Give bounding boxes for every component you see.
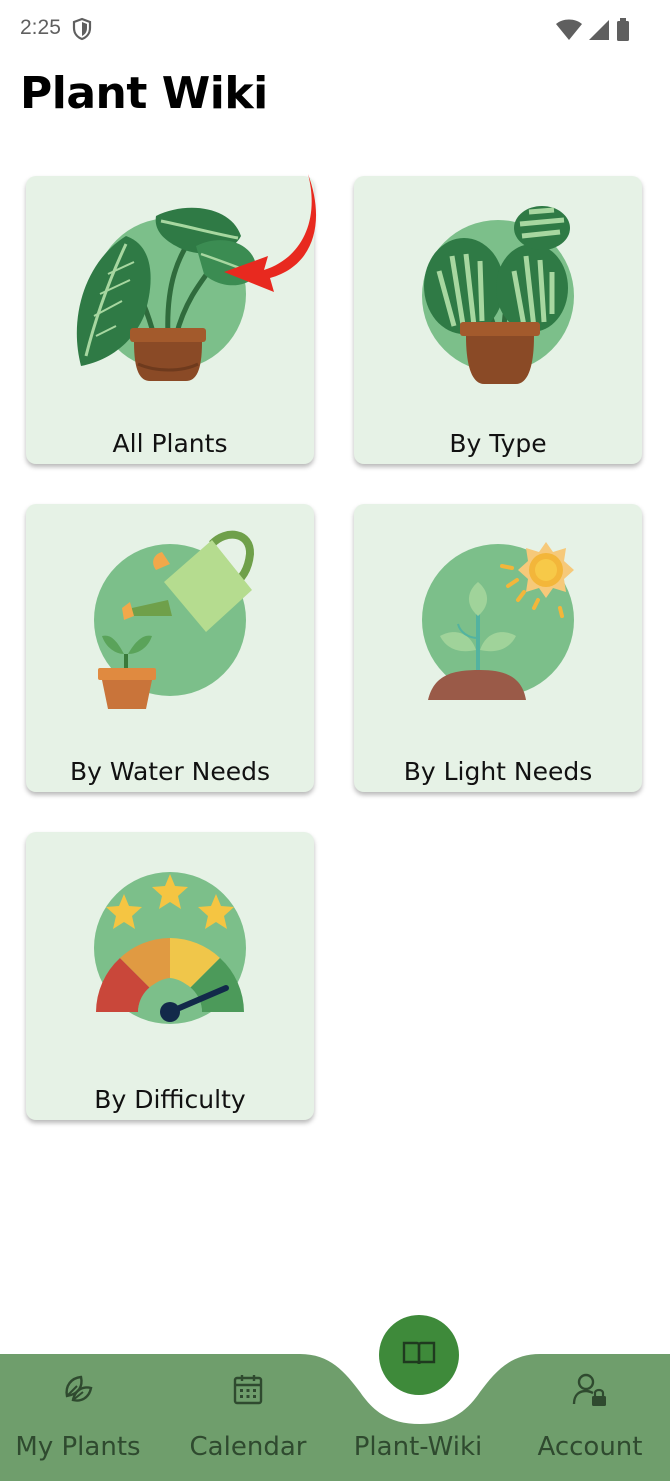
monstera-plant-icon [26, 176, 314, 416]
nav-label: Plant-Wiki [353, 1432, 483, 1462]
card-label: By Difficulty [94, 1085, 246, 1114]
status-icons [556, 18, 630, 46]
signal-icon [588, 19, 610, 45]
sun-sprout-icon [354, 504, 642, 744]
nav-label: Account [537, 1432, 643, 1462]
nav-item-my-plants[interactable]: My Plants [0, 1320, 156, 1481]
bottom-navigation: My Plants Calendar Plant-Wiki Account [0, 1320, 670, 1481]
category-card-by-light-needs[interactable]: By Light Needs [354, 504, 642, 792]
wifi-icon [556, 19, 582, 45]
difficulty-gauge-icon [26, 832, 314, 1072]
card-label: By Light Needs [403, 757, 593, 786]
user-lock-icon [572, 1372, 608, 1412]
card-label: By Type [449, 429, 547, 458]
battery-icon [616, 18, 630, 46]
book-icon [402, 1339, 436, 1371]
nav-label: Calendar [189, 1432, 307, 1462]
category-card-by-water-needs[interactable]: By Water Needs [26, 504, 314, 792]
shield-icon [72, 17, 92, 45]
nav-label: My Plants [15, 1432, 141, 1462]
category-card-by-difficulty[interactable]: By Difficulty [26, 832, 314, 1120]
potted-plant-icon [354, 176, 642, 416]
plant-wiki-fab-button[interactable] [379, 1315, 459, 1395]
watering-can-icon [26, 504, 314, 744]
page-title: Plant Wiki [20, 68, 268, 119]
status-bar: 2:25 [0, 0, 670, 60]
card-label: By Water Needs [69, 757, 271, 786]
calendar-icon [232, 1372, 264, 1410]
category-card-by-type[interactable]: By Type [354, 176, 642, 464]
status-time: 2:25 [20, 16, 61, 39]
category-card-all-plants[interactable]: All Plants [26, 176, 314, 464]
card-label: All Plants [112, 429, 228, 458]
nav-item-calendar[interactable]: Calendar [170, 1320, 326, 1481]
nav-item-account[interactable]: Account [512, 1320, 668, 1481]
leaf-icon [61, 1372, 95, 1410]
